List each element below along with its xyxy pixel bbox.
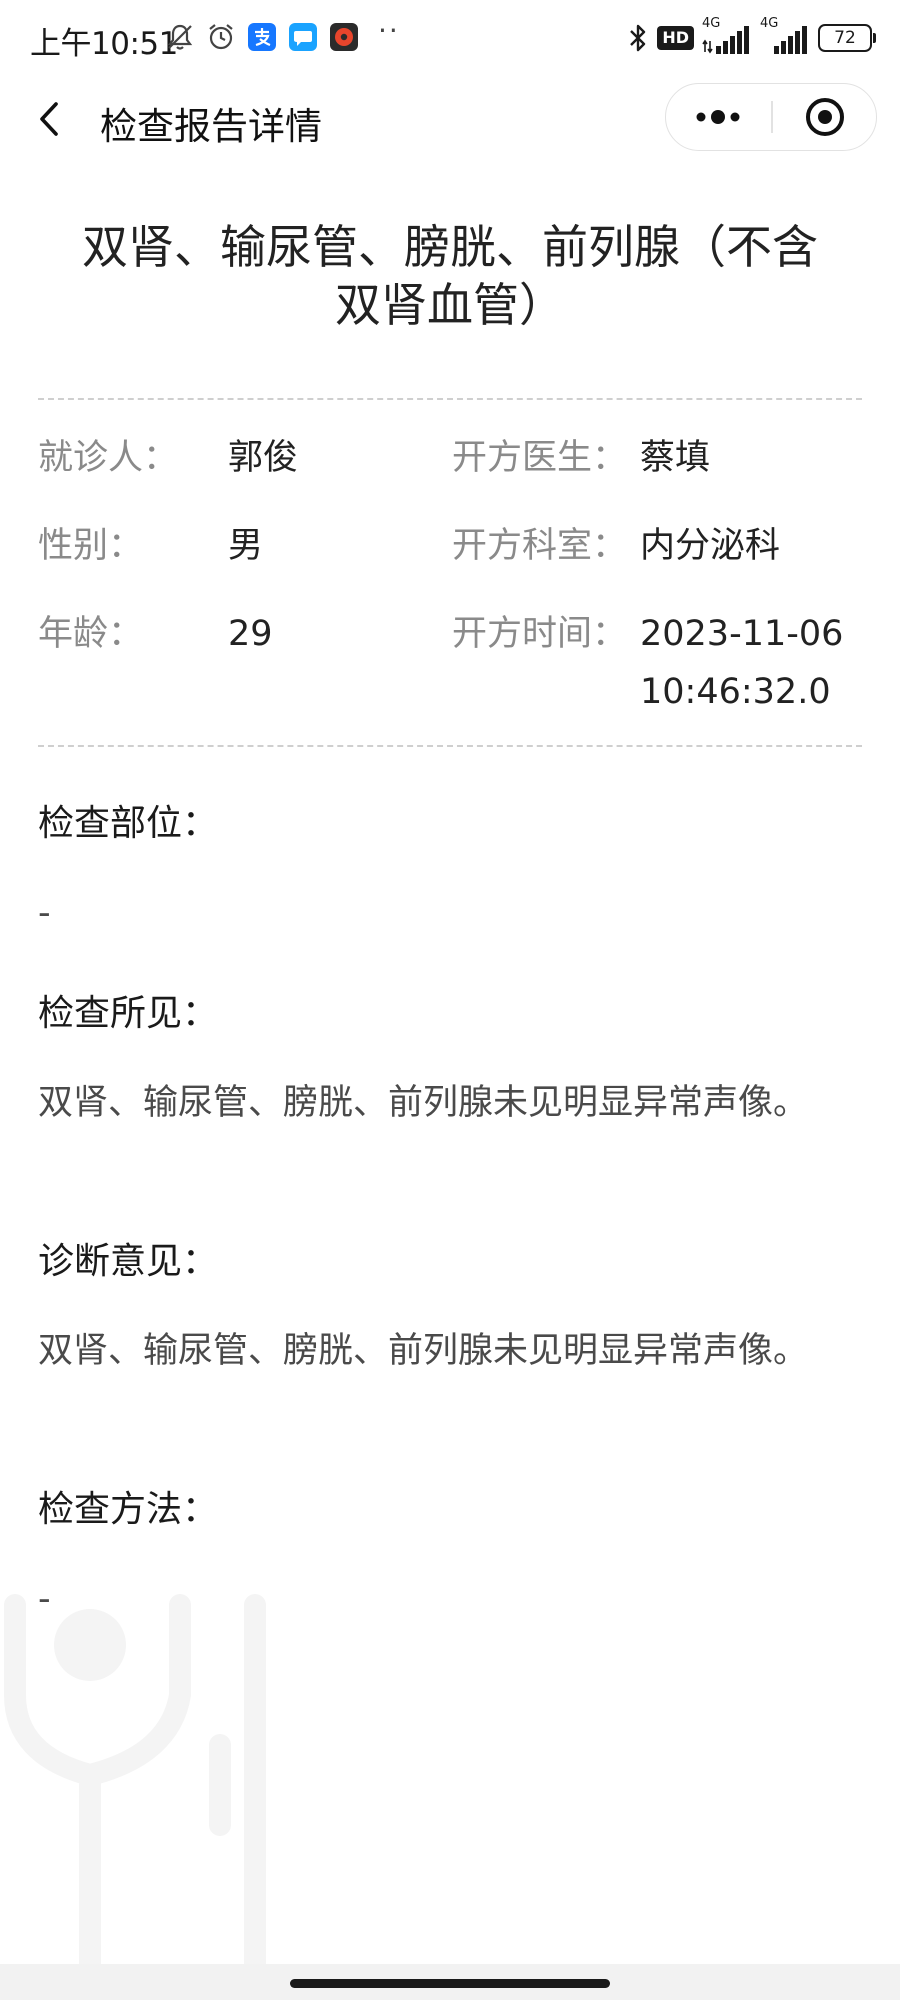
patient-name: 郭俊 [228,438,299,478]
target-circle-icon [806,98,844,136]
gender-value: 男 [228,526,264,566]
mini-program-capsule [665,83,877,151]
more-menu-button[interactable] [666,84,771,150]
diagnosis-value: 双肾、输尿管、膀胱、前列腺未见明显异常声像。 [38,1331,809,1371]
back-button[interactable] [30,94,70,144]
report-title: 双肾、输尿管、膀胱、前列腺（不含双肾血管） [82,220,818,332]
signal-2: 4G [760,16,810,56]
hd-badge: HD [657,26,694,50]
diagnosis-title: 诊断意见： [38,1241,219,1282]
gender-label: 性别： [38,526,144,566]
doctor-label: 开方医生： [452,438,628,478]
doctor-name: 蔡填 [640,438,711,478]
home-indicator[interactable] [290,1979,610,1988]
network-type-1: 4G [702,16,721,31]
department-label: 开方科室： [452,526,628,566]
close-mini-program-button[interactable] [773,84,877,150]
age-value: 29 [228,614,273,654]
age-label: 年龄： [38,614,144,654]
chat-app-icon [289,23,317,51]
music-app-icon [330,23,358,51]
findings-title: 检查所见： [38,993,219,1034]
patient-label: 就诊人： [38,438,179,478]
alipay-icon [248,23,276,51]
chevron-left-icon [40,102,58,136]
divider-top [38,398,862,400]
hospital-logo-watermark [3,1594,266,1965]
mute-bell-icon [167,24,193,50]
nav-bar: 检查报告详情 [0,80,900,160]
status-bar: 上午10:51 ·· HD 4G 4G 72 [0,0,900,80]
findings-value: 双肾、输尿管、膀胱、前列腺未见明显异常声像。 [38,1083,809,1123]
bluetooth-icon [630,24,646,52]
method-title: 检查方法： [38,1489,219,1530]
site-value: - [38,893,51,933]
divider-bottom [38,745,862,747]
department-value: 内分泌科 [640,526,781,566]
status-right-group: HD 4G 4G 72 [627,16,876,58]
prescription-time: 10:46:32.0 [640,672,831,712]
page-title: 检查报告详情 [100,105,322,148]
network-type-2: 4G [760,16,779,31]
alarm-clock-icon [209,24,233,50]
battery-indicator: 72 [818,24,876,52]
more-dots-icon [696,110,740,124]
time-label: 开方时间： [452,614,628,654]
more-notifications-icon: ·· [378,14,400,47]
signal-1: 4G [702,16,752,56]
status-time: 上午10:51 [30,26,178,62]
prescription-date: 2023-11-06 [640,614,844,654]
site-title: 检查部位： [38,803,219,844]
